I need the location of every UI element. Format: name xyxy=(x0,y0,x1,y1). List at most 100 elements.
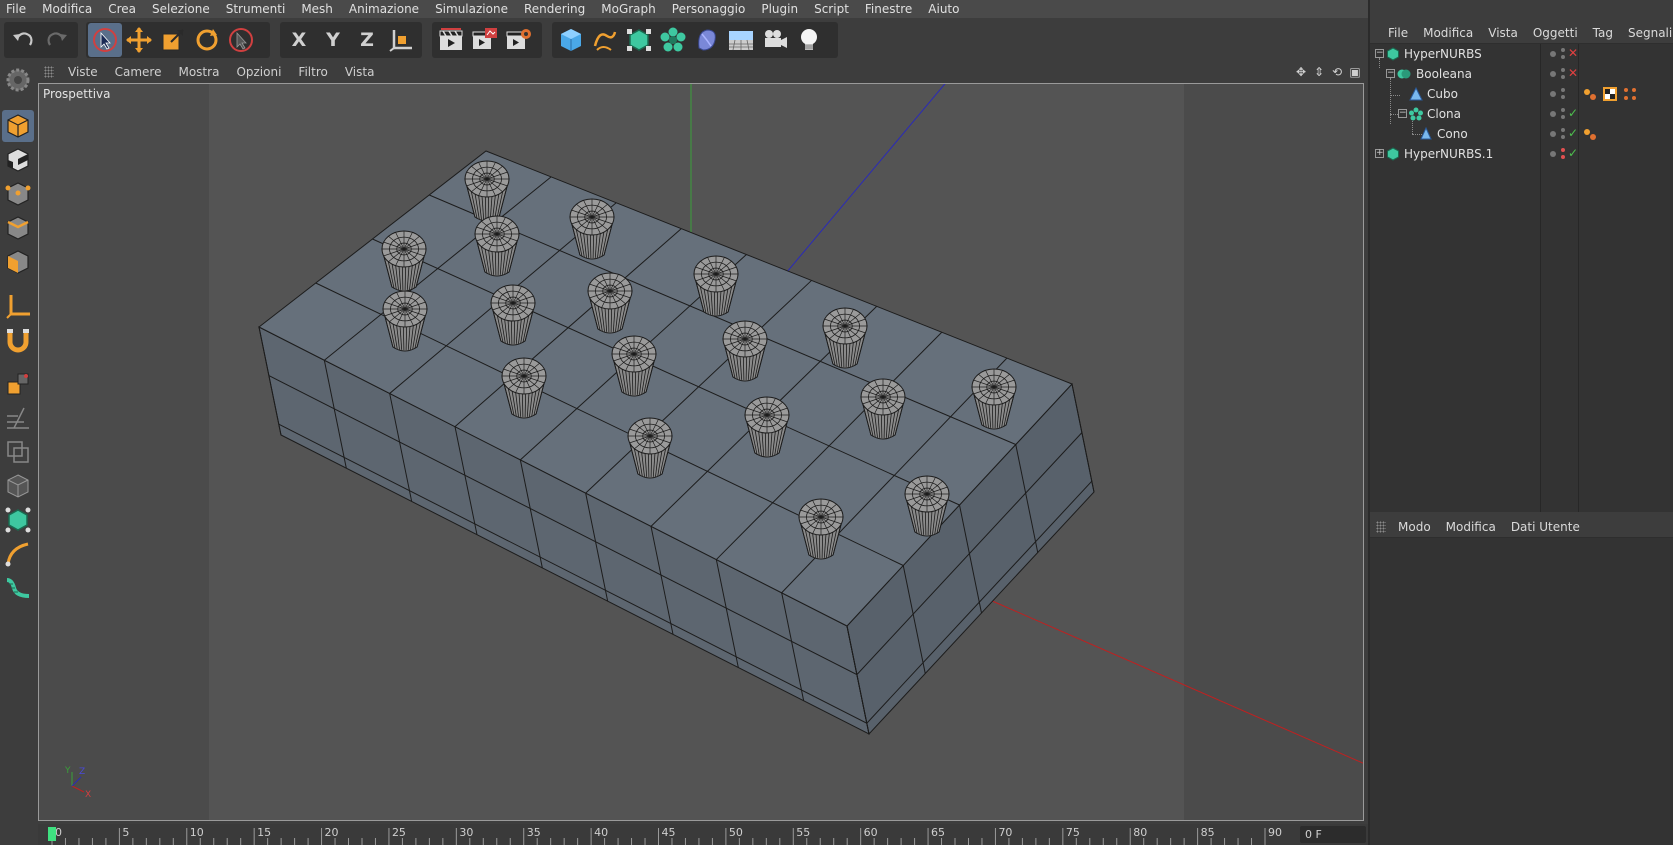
expand-toggle[interactable]: + xyxy=(1375,149,1384,158)
render-visibility-dot[interactable] xyxy=(1561,148,1565,152)
render-visibility-dot[interactable] xyxy=(1561,128,1565,132)
menu-strumenti[interactable]: Strumenti xyxy=(226,2,286,16)
am-menu-modo[interactable]: Modo xyxy=(1398,520,1431,534)
menu-crea[interactable]: Crea xyxy=(108,2,136,16)
object-row-cono[interactable]: Cono ✓ xyxy=(1370,124,1673,144)
snap-button[interactable] xyxy=(2,324,34,356)
menu-script[interactable]: Script xyxy=(814,2,849,16)
deformer-button[interactable] xyxy=(690,23,724,57)
model-mode-button[interactable] xyxy=(2,110,34,142)
live-selection-button[interactable] xyxy=(88,23,122,57)
polygons-mode-button[interactable] xyxy=(2,246,34,278)
enabled-state-icon[interactable]: ✓ xyxy=(1568,106,1578,120)
viewport-menu-vista[interactable]: Vista xyxy=(345,65,375,79)
attribute-manager-grip[interactable] xyxy=(1376,520,1386,533)
viewport-menu-opzioni[interactable]: Opzioni xyxy=(236,65,281,79)
om-menu-oggetti[interactable]: Oggetti xyxy=(1533,26,1578,40)
editor-visibility-dot[interactable] xyxy=(1561,115,1565,119)
collapse-toggle[interactable]: − xyxy=(1375,49,1384,58)
environment-button[interactable] xyxy=(724,23,758,57)
om-menu-vista[interactable]: Vista xyxy=(1488,26,1518,40)
render-settings-button[interactable] xyxy=(502,23,536,57)
visibility-dot[interactable] xyxy=(1550,91,1556,97)
menu-finestre[interactable]: Finestre xyxy=(865,2,912,16)
menu-plugin[interactable]: Plugin xyxy=(761,2,798,16)
playhead-marker[interactable] xyxy=(48,827,56,841)
om-menu-modifica[interactable]: Modifica xyxy=(1423,26,1473,40)
menu-aiuto[interactable]: Aiuto xyxy=(928,2,959,16)
current-frame-field[interactable]: 0 F xyxy=(1300,826,1366,843)
om-menu-segnalibri[interactable]: Segnalibri xyxy=(1628,26,1673,40)
om-menu-tag[interactable]: Tag xyxy=(1593,26,1613,40)
om-menu-file[interactable]: File xyxy=(1388,26,1408,40)
enabled-state-icon[interactable]: ✓ xyxy=(1568,126,1578,140)
enabled-state-icon[interactable]: ✓ xyxy=(1568,146,1578,160)
selection-tag-icon[interactable] xyxy=(1622,86,1638,102)
render-visibility-dot[interactable] xyxy=(1561,48,1565,52)
mograph-cloner-button[interactable] xyxy=(656,23,690,57)
render-visibility-dot[interactable] xyxy=(1561,68,1565,72)
object-row-hypernurbs[interactable]: − HyperNURBS ✕ xyxy=(1370,44,1673,64)
am-menu-dati-utente[interactable]: Dati Utente xyxy=(1511,520,1580,534)
planar-workplane-button[interactable] xyxy=(2,436,34,468)
last-tool-button[interactable] xyxy=(224,23,258,57)
viewport-grip-handle[interactable] xyxy=(44,66,54,78)
axis-mode-button[interactable] xyxy=(2,290,34,322)
orbit-icon[interactable]: ⟲ xyxy=(1330,65,1344,79)
cube-object-button[interactable] xyxy=(554,23,588,57)
editor-visibility-dot[interactable] xyxy=(1561,75,1565,79)
texture-tag-icon[interactable] xyxy=(1602,86,1618,102)
subdivision-tool-button[interactable] xyxy=(2,504,34,536)
menu-selezione[interactable]: Selezione xyxy=(152,2,210,16)
menu-mesh[interactable]: Mesh xyxy=(301,2,333,16)
maximize-view-icon[interactable]: ▣ xyxy=(1348,65,1362,79)
menu-rendering[interactable]: Rendering xyxy=(524,2,585,16)
phong-tag-icon[interactable] xyxy=(1582,126,1598,142)
menu-mograph[interactable]: MoGraph xyxy=(601,2,656,16)
visibility-dot[interactable] xyxy=(1550,71,1556,77)
redo-button[interactable] xyxy=(40,23,74,57)
visibility-dot[interactable] xyxy=(1550,131,1556,137)
light-button[interactable] xyxy=(792,23,826,57)
make-editable-button[interactable] xyxy=(2,64,34,96)
editor-visibility-dot[interactable] xyxy=(1561,55,1565,59)
texture-mode-button[interactable] xyxy=(2,144,34,176)
edges-mode-button[interactable] xyxy=(2,212,34,244)
viewport-menu-camere[interactable]: Camere xyxy=(115,65,162,79)
zoom-icon[interactable]: ⇕ xyxy=(1312,65,1326,79)
render-picture-viewer-button[interactable] xyxy=(468,23,502,57)
y-axis-lock-button[interactable]: Y xyxy=(316,23,350,57)
visibility-dot[interactable] xyxy=(1550,51,1556,57)
menu-simulazione[interactable]: Simulazione xyxy=(435,2,508,16)
enabled-state-icon[interactable]: ✕ xyxy=(1568,66,1578,80)
timeline-ruler[interactable]: 0 5 10 15 20 25 30 35 40 45 50 55 60 65 70 75 80 85 90 0 F xyxy=(38,824,1368,845)
menu-animazione[interactable]: Animazione xyxy=(349,2,419,16)
locked-workplane-button[interactable] xyxy=(2,402,34,434)
spline-button[interactable] xyxy=(588,23,622,57)
z-axis-lock-button[interactable]: Z xyxy=(350,23,384,57)
sketch-button[interactable] xyxy=(2,538,34,570)
rotate-button[interactable] xyxy=(190,23,224,57)
render-view-button[interactable] xyxy=(434,23,468,57)
object-row-clona[interactable]: − Clona ✓ xyxy=(1370,104,1673,124)
enabled-state-icon[interactable]: ✕ xyxy=(1568,46,1578,60)
points-mode-button[interactable] xyxy=(2,178,34,210)
perspective-viewport[interactable]: Y Z X Prospettiva xyxy=(38,83,1364,821)
viewport-menu-mostra[interactable]: Mostra xyxy=(178,65,219,79)
coordinate-system-button[interactable] xyxy=(384,23,418,57)
undo-button[interactable] xyxy=(6,23,40,57)
collapse-toggle[interactable]: − xyxy=(1386,69,1395,78)
editor-visibility-dot[interactable] xyxy=(1561,95,1565,99)
editor-visibility-dot[interactable] xyxy=(1561,135,1565,139)
viewport-menu-viste[interactable]: Viste xyxy=(68,65,98,79)
menu-modifica[interactable]: Modifica xyxy=(42,2,92,16)
x-axis-lock-button[interactable]: X xyxy=(282,23,316,57)
scale-button[interactable] xyxy=(156,23,190,57)
camera-button[interactable] xyxy=(758,23,792,57)
solo-button[interactable] xyxy=(2,470,34,502)
object-row-cubo[interactable]: Cubo xyxy=(1370,84,1673,104)
subdivision-surface-button[interactable] xyxy=(622,23,656,57)
visibility-dot[interactable] xyxy=(1550,151,1556,157)
editor-visibility-dot[interactable] xyxy=(1561,155,1565,159)
pan-icon[interactable]: ✥ xyxy=(1294,65,1308,79)
